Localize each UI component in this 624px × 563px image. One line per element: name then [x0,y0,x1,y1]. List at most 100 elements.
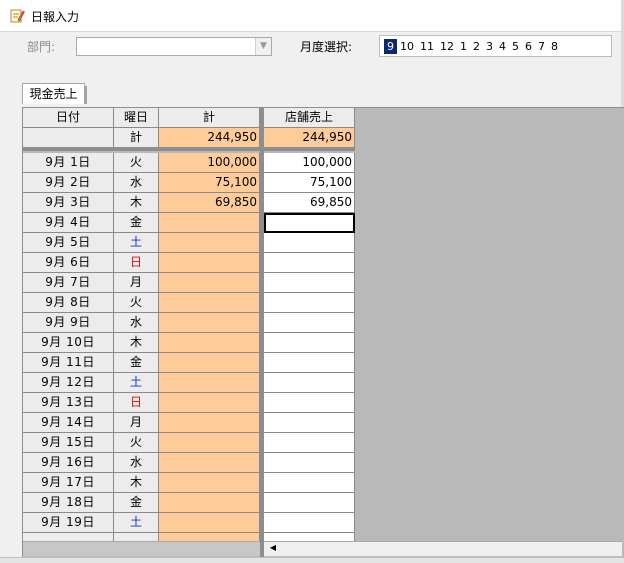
month-label: 月度選択: [300,40,353,54]
chevron-down-icon[interactable]: ▼ [255,38,271,55]
row-date: 9月 10日 [23,333,114,353]
month-option-7[interactable]: 7 [535,39,548,54]
header-total: 計 [159,108,260,128]
row-weekday: 水 [114,313,159,333]
month-option-4[interactable]: 4 [496,39,509,54]
header-store-sales: 店舗売上 [264,108,355,128]
row-weekday: 木 [114,473,159,493]
row-total [159,273,260,293]
row-date: 9月 8日 [23,293,114,313]
month-option-11[interactable]: 11 [417,39,437,54]
row-weekday: 水 [114,453,159,473]
row-total [159,213,260,233]
scroll-left-icon[interactable]: ◀ [266,541,280,555]
row-date: 9月 3日 [23,193,114,213]
edit-note-icon [10,9,25,23]
row-weekday: 土 [114,233,159,253]
row-total [159,293,260,313]
row-total [159,253,260,273]
row-total [159,373,260,393]
row-store-sales-input[interactable] [264,213,355,233]
row-weekday: 日 [114,253,159,273]
row-date: 9月 4日 [23,213,114,233]
month-option-3[interactable]: 3 [483,39,496,54]
row-total [159,433,260,453]
row-store-sales-input[interactable]: 100,000 [264,153,355,173]
row-total: 69,850 [159,193,260,213]
row-date: 9月 7日 [23,273,114,293]
row-total [159,453,260,473]
row-store-sales-input[interactable] [264,293,355,313]
status-strip [0,557,624,563]
row-store-sales-input[interactable] [264,353,355,373]
row-store-sales-input[interactable] [264,253,355,273]
frozen-row-divider [23,147,355,151]
month-option-10[interactable]: 10 [397,39,417,54]
month-option-12[interactable]: 12 [437,39,457,54]
row-weekday: 木 [114,333,159,353]
row-date: 9月 17日 [23,473,114,493]
month-option-5[interactable]: 5 [509,39,522,54]
row-total [159,473,260,493]
row-date: 9月 5日 [23,233,114,253]
row-total [159,233,260,253]
row-total [159,493,260,513]
row-store-sales-input[interactable] [264,313,355,333]
row-date: 9月 12日 [23,373,114,393]
row-weekday: 火 [114,293,159,313]
summary-date [23,128,114,148]
row-store-sales-input[interactable] [264,373,355,393]
row-date: 9月 2日 [23,173,114,193]
header-date: 日付 [23,108,114,128]
row-store-sales-input[interactable] [264,333,355,353]
row-total [159,413,260,433]
row-date: 9月 13日 [23,393,114,413]
row-weekday: 木 [114,193,159,213]
tab-cash-sales[interactable]: 現金売上 [22,83,85,104]
row-weekday: 金 [114,213,159,233]
row-total [159,513,260,533]
month-option-1[interactable]: 1 [457,39,470,54]
row-store-sales-input[interactable] [264,453,355,473]
row-date: 9月 16日 [23,453,114,473]
row-store-sales-input[interactable] [264,473,355,493]
row-weekday: 日 [114,393,159,413]
row-store-sales-input[interactable] [264,493,355,513]
row-store-sales-input[interactable] [264,273,355,293]
horizontal-scrollbar[interactable] [264,541,622,556]
row-weekday: 土 [114,373,159,393]
row-weekday: 火 [114,433,159,453]
row-date: 9月 19日 [23,513,114,533]
frozen-column-divider [260,108,264,558]
row-date: 9月 9日 [23,313,114,333]
row-store-sales-input[interactable]: 69,850 [264,193,355,213]
row-total: 100,000 [159,153,260,173]
row-store-sales-input[interactable] [264,433,355,453]
header-weekday: 曜日 [114,108,159,128]
row-weekday: 月 [114,273,159,293]
month-option-6[interactable]: 6 [522,39,535,54]
row-date: 9月 6日 [23,253,114,273]
month-option-2[interactable]: 2 [470,39,483,54]
row-date: 9月 14日 [23,413,114,433]
row-weekday: 金 [114,353,159,373]
frozen-columns-scrollbar [23,541,260,556]
month-option-9[interactable]: 9 [384,38,397,54]
row-store-sales-input[interactable] [264,233,355,253]
row-date: 9月 1日 [23,153,114,173]
row-store-sales-input[interactable] [264,413,355,433]
tab-divider [85,86,87,104]
row-weekday: 金 [114,493,159,513]
row-store-sales-input[interactable] [264,393,355,413]
row-store-sales-input[interactable] [264,513,355,533]
month-picker[interactable]: 9 10 11 12 1 2 3 4 5 6 7 8 [379,35,612,57]
row-date: 9月 18日 [23,493,114,513]
department-select[interactable]: ▼ [76,37,272,56]
row-total: 75,100 [159,173,260,193]
row-date: 9月 11日 [23,353,114,373]
month-option-8[interactable]: 8 [548,39,561,54]
row-total [159,313,260,333]
title-bar: 日報入力 [0,0,624,32]
row-store-sales-input[interactable]: 75,100 [264,173,355,193]
row-total [159,393,260,413]
